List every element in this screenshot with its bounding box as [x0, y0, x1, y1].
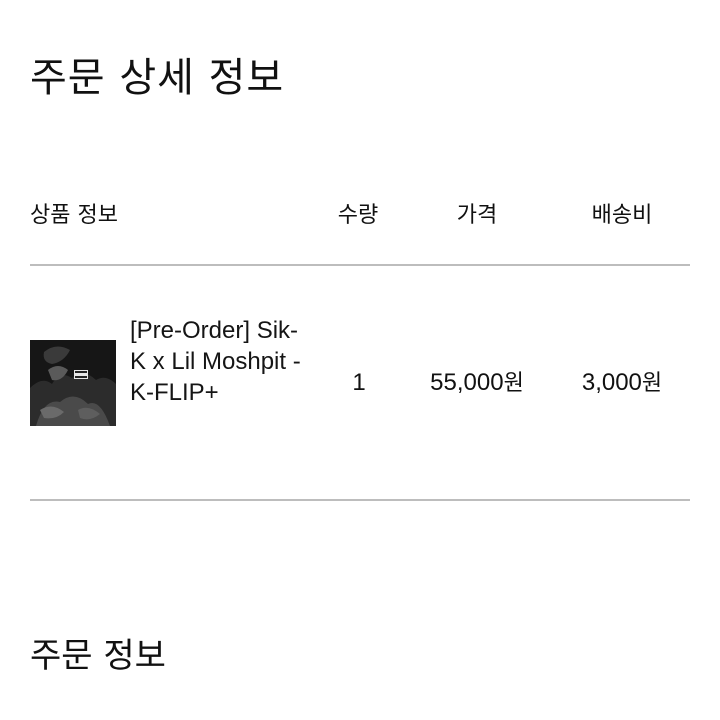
album-cover-image[interactable] — [30, 340, 116, 426]
table-divider-bottom — [30, 499, 690, 501]
product-name-link[interactable]: [Pre-Order] Sik-K x Lil Moshpit - K-FLIP… — [130, 315, 305, 408]
price-amount: 55,000 — [430, 369, 504, 396]
table-divider-top — [30, 264, 690, 266]
price-currency: 원 — [503, 371, 524, 396]
shipping-amount: 3,000 — [581, 369, 642, 396]
header-shipping: 배송비 — [591, 203, 653, 228]
header-product: 상품 정보 — [30, 203, 118, 228]
price-value: 55,000원 — [430, 366, 524, 401]
quantity-value: 1 — [352, 369, 366, 396]
header-quantity: 수량 — [337, 203, 379, 228]
shipping-fee-value: 3,000원 — [582, 366, 662, 401]
page-title: 주문 상세 정보 — [30, 55, 285, 101]
header-price: 가격 — [456, 203, 498, 228]
shipping-currency: 원 — [641, 371, 663, 396]
table-header: 상품 정보 수량 가격 배송비 — [0, 196, 720, 236]
order-info-title: 주문 정보 — [30, 636, 166, 676]
